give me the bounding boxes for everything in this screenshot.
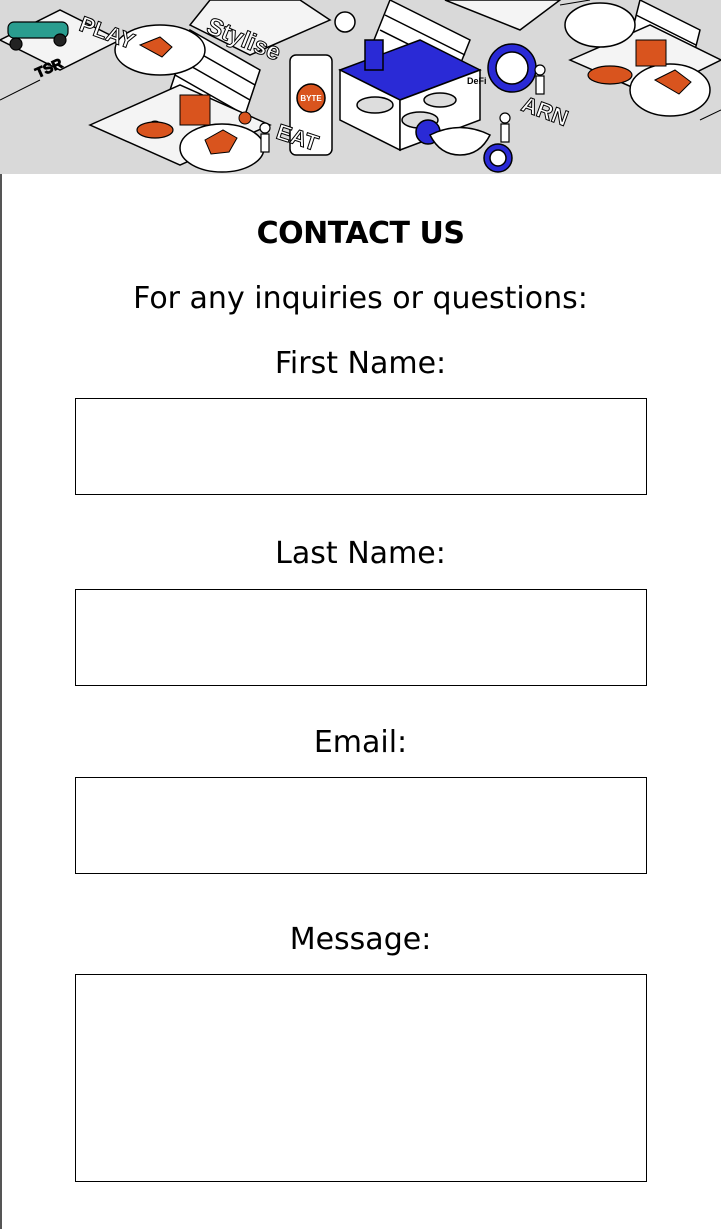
page-subtitle: For any inquiries or questions: [133, 281, 588, 316]
first-name-label: First Name: [274, 346, 447, 381]
header-illustration: BYTE PLAY Stylise EAT ARN TSR DeFi [0, 0, 721, 174]
sign-byte: BYTE [300, 94, 322, 103]
page-title: CONTACT US [256, 216, 465, 251]
email-label: Email: [313, 725, 408, 760]
page-left-border [0, 0, 2, 1229]
message-label: Message: [289, 922, 432, 957]
email-input[interactable] [75, 777, 647, 874]
message-textarea[interactable] [75, 974, 647, 1182]
sign-defi: DeFi [467, 76, 487, 86]
last-name-input[interactable] [75, 589, 647, 686]
first-name-input[interactable] [75, 398, 647, 495]
last-name-label: Last Name: [275, 536, 446, 571]
